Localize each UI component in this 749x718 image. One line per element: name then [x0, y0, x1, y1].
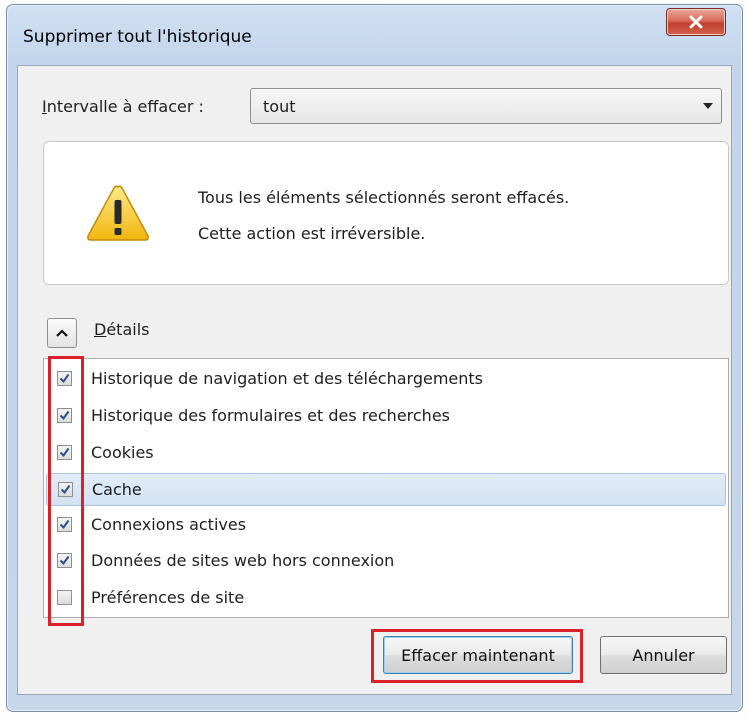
item-label: Cache — [92, 480, 142, 499]
item-label: Historique de navigation et des téléchar… — [91, 369, 484, 388]
item-label: Historique des formulaires et des recher… — [91, 406, 450, 425]
details-accesskey: D — [94, 320, 107, 339]
dialog-window: Supprimer tout l'historique Intervalle à… — [6, 4, 743, 712]
interval-dropdown-value: tout — [263, 97, 296, 116]
checkmark-icon — [59, 373, 70, 384]
interval-label: Intervalle à effacer : — [42, 97, 204, 116]
chevron-down-icon — [703, 103, 713, 109]
window-title: Supprimer tout l'historique — [23, 27, 252, 47]
dialog-content: Intervalle à effacer : tout Tous les élé… — [17, 65, 732, 695]
list-item[interactable]: Cookies — [46, 437, 726, 470]
list-item[interactable]: Historique des formulaires et des recher… — [46, 400, 726, 433]
details-toggle-button[interactable] — [47, 318, 77, 348]
checkmark-icon — [60, 484, 71, 495]
checkmark-icon — [59, 410, 70, 421]
details-label-text: étails — [106, 320, 150, 339]
warning-box: Tous les éléments sélectionnés seront ef… — [43, 141, 729, 285]
list-item[interactable]: Connexions actives — [46, 509, 726, 542]
interval-label-text: ntervalle à effacer : — [46, 97, 204, 116]
warning-triangle-icon — [87, 185, 149, 241]
checkmark-icon — [59, 519, 70, 530]
title-bar[interactable]: Supprimer tout l'historique — [7, 5, 742, 69]
item-label: Cookies — [91, 443, 154, 462]
item-checkbox[interactable] — [58, 482, 73, 497]
list-item[interactable]: Historique de navigation et des téléchar… — [46, 363, 726, 396]
item-checkbox[interactable] — [57, 517, 72, 532]
list-item[interactable]: Données de sites web hors connexion — [46, 545, 726, 578]
item-label: Données de sites web hors connexion — [91, 551, 395, 570]
warning-message: Tous les éléments sélectionnés seront ef… — [198, 188, 570, 207]
close-x-icon — [689, 15, 703, 29]
details-label[interactable]: Détails — [94, 320, 149, 339]
item-checkbox[interactable] — [57, 408, 72, 423]
warning-irreversible-message: Cette action est irréversible. — [198, 224, 426, 243]
items-list: Historique de navigation et des téléchar… — [43, 358, 729, 618]
chevron-up-icon — [56, 329, 68, 337]
list-item-selected[interactable]: Cache — [46, 473, 726, 506]
list-item[interactable]: Préférences de site — [46, 582, 726, 615]
item-checkbox[interactable] — [57, 371, 72, 386]
close-button[interactable] — [666, 8, 726, 36]
item-checkbox-unchecked[interactable] — [57, 590, 72, 605]
item-label: Préférences de site — [91, 588, 245, 607]
item-label: Connexions actives — [91, 515, 247, 534]
clear-now-button[interactable]: Effacer maintenant — [383, 636, 573, 674]
item-checkbox[interactable] — [57, 445, 72, 460]
checkmark-icon — [59, 447, 70, 458]
checkmark-icon — [59, 555, 70, 566]
cancel-button[interactable]: Annuler — [600, 636, 727, 674]
item-checkbox[interactable] — [57, 553, 72, 568]
interval-dropdown[interactable]: tout — [250, 88, 722, 124]
